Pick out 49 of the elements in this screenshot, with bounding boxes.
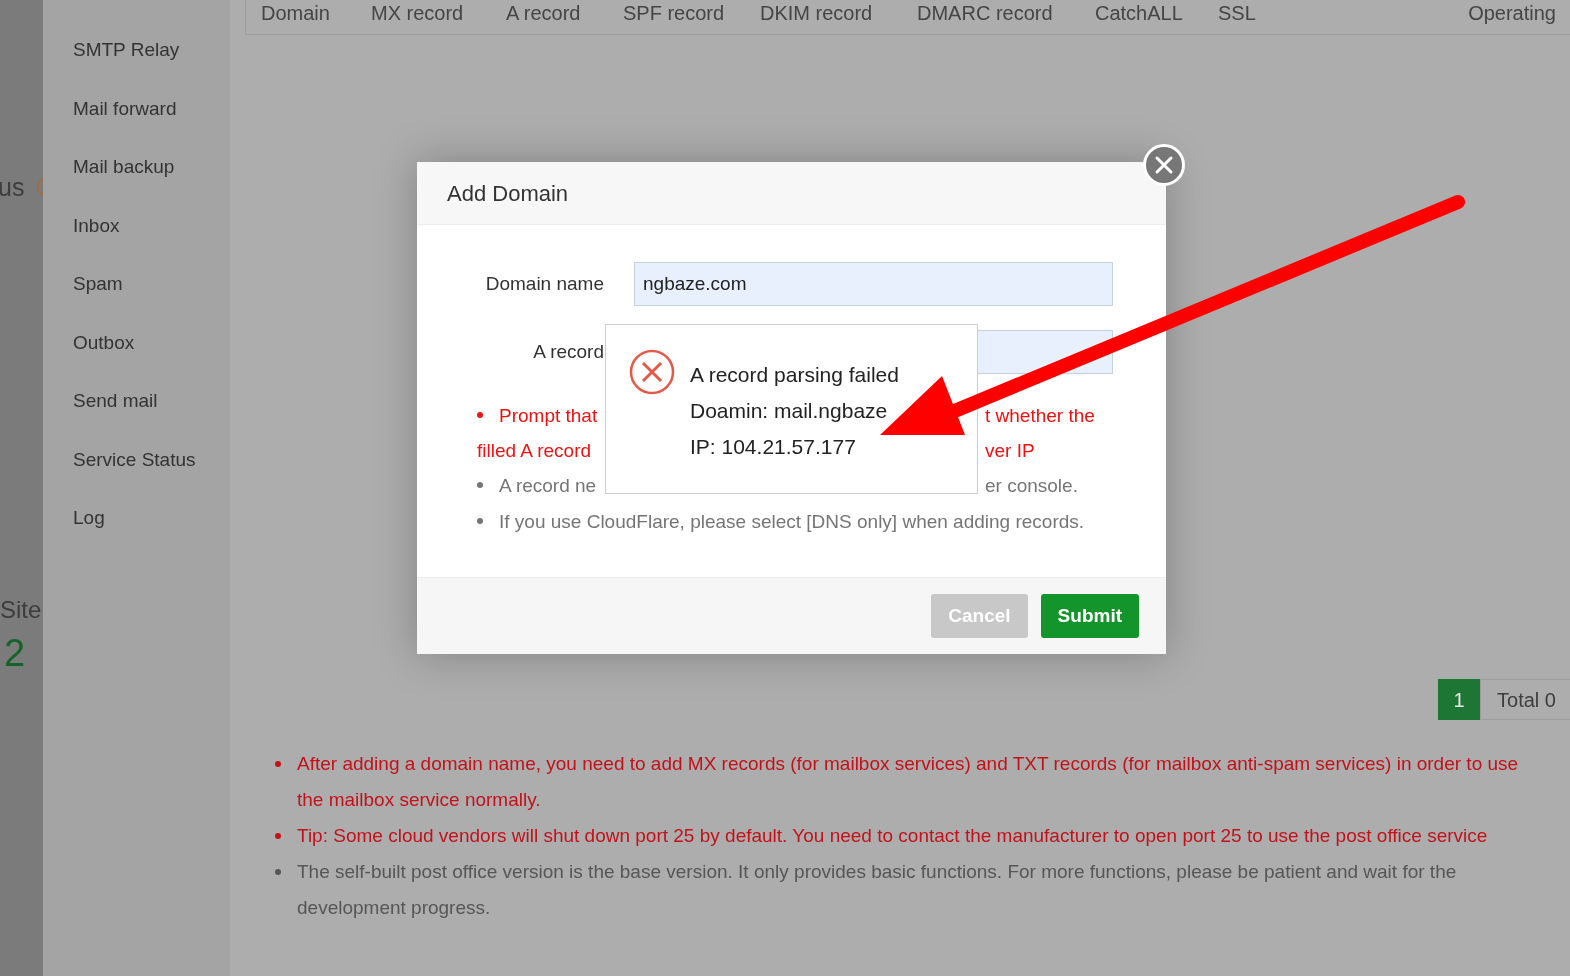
column-header: SPF record bbox=[623, 1, 726, 25]
column-header: SSL bbox=[1218, 1, 1257, 25]
sidebar-item[interactable]: Outbox bbox=[43, 328, 230, 387]
warning-text: t whether the bbox=[985, 404, 1095, 428]
column-header: CatchALL bbox=[1095, 1, 1184, 25]
hint-text: er console. bbox=[985, 474, 1078, 498]
warning-text: filled A record bbox=[477, 440, 592, 461]
note-text: After adding a domain name, you need to add MX records (for mailbox services) and TXT records (for mailbox anti-spam services) in order to use the mailbox service normally. bbox=[297, 752, 1520, 812]
bullet-dot bbox=[275, 761, 281, 767]
message-text: A record parsing failed bbox=[690, 362, 899, 388]
message-text: IP: 104.21.57.177 bbox=[690, 434, 857, 460]
dialog-title: Add Domain bbox=[417, 162, 1166, 225]
hint-text: A record ne bbox=[499, 475, 597, 496]
note-text: The self-built post office version is the base version. It only provides basic functions. For more functions, please be patient and wait for the development progress. bbox=[297, 860, 1458, 920]
sidebar-item[interactable]: Inbox bbox=[43, 211, 230, 270]
bullet-dot bbox=[477, 482, 483, 489]
column-header: Operating bbox=[1468, 1, 1556, 25]
bullet-dot bbox=[477, 518, 483, 525]
field-label: Domain name bbox=[484, 273, 604, 295]
sidebar-item[interactable]: Mail backup bbox=[43, 153, 230, 212]
warning-text: Prompt that bbox=[499, 405, 598, 426]
total-count: Total 0 bbox=[1480, 679, 1570, 720]
note-text: Tip: Some cloud vendors will shut down port 25 by default. You need to contact the manufacturer to open port 25 to use the post office service bbox=[297, 824, 1488, 848]
bullet-dot bbox=[275, 833, 281, 839]
column-header: DMARC record bbox=[917, 1, 1054, 25]
sidebar-item[interactable]: Service Status bbox=[43, 445, 230, 504]
input-field[interactable]: ngbaze.com bbox=[634, 262, 1113, 306]
site-label: Site bbox=[0, 596, 43, 624]
message-text: Doamin: mail.ngbaze bbox=[690, 398, 889, 424]
bullet-dot bbox=[275, 869, 281, 875]
bullet-dot bbox=[477, 412, 483, 419]
hint-text: If you use CloudFlare, please select [DNS only] when adding records. bbox=[499, 511, 1085, 532]
sidebar-item[interactable]: SMTP Relay bbox=[43, 36, 230, 95]
close-icon[interactable] bbox=[1142, 143, 1186, 187]
column-header: MX record bbox=[371, 1, 465, 25]
column-header: DKIM record bbox=[760, 1, 874, 25]
sidebar-item[interactable]: Send mail bbox=[43, 387, 230, 446]
page-button[interactable]: 1 bbox=[1438, 679, 1481, 720]
sidebar-item[interactable]: Log bbox=[43, 504, 230, 563]
submit-button[interactable]: Submit bbox=[1040, 594, 1139, 638]
sidebar-item[interactable]: Spam bbox=[43, 270, 230, 329]
status-label: us bbox=[0, 172, 25, 202]
column-header: Domain bbox=[261, 1, 331, 25]
field-label: A record bbox=[532, 341, 604, 363]
warning-text: ver IP bbox=[985, 439, 1035, 463]
sidebar-item[interactable]: Mail forward bbox=[43, 94, 230, 153]
error-icon bbox=[629, 349, 675, 395]
site-count: 2 bbox=[4, 632, 27, 675]
column-header: A record bbox=[506, 1, 582, 25]
